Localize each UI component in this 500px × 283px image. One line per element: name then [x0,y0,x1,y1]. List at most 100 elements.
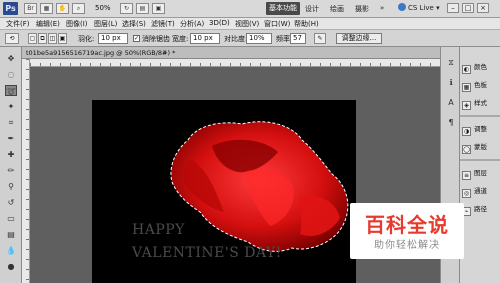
antialias-checkbox[interactable]: ✓ [133,35,140,42]
panel-channels[interactable]: ◎ 通道 [460,183,500,199]
feather-input[interactable]: 10 px [98,33,128,44]
ruler-tick [300,63,301,66]
frequency-input[interactable]: 57 [290,33,306,44]
menu-image[interactable]: 图像(I) [66,19,88,29]
ruler-tick [330,63,331,66]
canvas-text-happy: HAPPY [132,222,185,238]
marquee-tool-icon[interactable]: ◌ [5,69,17,80]
move-tool-icon[interactable]: ✥ [5,53,17,64]
adjustments-icon: ◑ [462,127,471,136]
info-panel-icon[interactable]: ℹ [445,77,457,88]
refine-edge-button[interactable]: 调整边缘... [336,33,382,44]
close-icon[interactable]: × [162,49,167,56]
contrast-input[interactable]: 10% [246,33,272,44]
paragraph-panel-icon[interactable]: ¶ [445,117,457,128]
document-tab[interactable]: t01be5a9156516719ac.jpg @ 50%(RGB/8#) * … [22,47,440,59]
cs-live-button[interactable]: CS Live ▾ [398,3,440,12]
panel-color[interactable]: ◐ 颜色 [460,59,500,75]
history-panel-icon[interactable]: ⧖ [445,57,457,68]
watermark-subtitle: 助你轻松解决 [374,240,440,251]
quick-selection-tool-icon[interactable]: ✦ [5,101,17,112]
ruler-tick [40,63,41,66]
brush-tool-icon[interactable]: ✏ [5,165,17,176]
clone-stamp-tool-icon[interactable]: ⚲ [5,181,17,192]
panel-paths[interactable]: ⌁ 路径 [460,201,500,217]
width-input[interactable]: 10 px [190,33,220,44]
zoom-level[interactable]: 50% [95,4,111,12]
ruler-tick [26,129,29,130]
dodge-tool-icon[interactable]: ● [5,261,17,272]
menu-3d[interactable]: 3D(D) [209,19,230,27]
workspace-essentials-button[interactable]: 基本功能 [266,2,300,15]
workspace-more-icon[interactable]: » [380,4,384,12]
bridge-icon[interactable]: Br [24,3,37,14]
workspace-design[interactable]: 设计 [305,4,319,14]
subtract-selection-icon[interactable]: ◫ [48,33,57,44]
ruler-tick [150,63,151,66]
channels-icon: ◎ [462,189,471,198]
workspace-painting[interactable]: 绘画 [330,4,344,14]
eraser-tool-icon[interactable]: ▭ [5,213,17,224]
hand-view-icon[interactable]: ✋ [56,3,69,14]
menu-window[interactable]: 窗口(W) [264,19,290,29]
arrange-documents-icon[interactable]: ▤ [136,3,149,14]
menu-layer[interactable]: 图层(L) [94,19,117,29]
ruler-tick [390,63,391,66]
minimize-button[interactable]: – [447,3,459,13]
intersect-selection-icon[interactable]: ▣ [58,33,67,44]
ruler-tick [310,63,311,66]
menu-select[interactable]: 选择(S) [122,19,146,29]
zoom-view-icon[interactable]: ⌕ [72,3,85,14]
healing-brush-tool-icon[interactable]: ✚ [5,149,17,160]
rotate-view-icon[interactable]: ↻ [120,3,133,14]
history-brush-tool-icon[interactable]: ↺ [5,197,17,208]
panel-layers[interactable]: ≡ 图层 [460,165,500,181]
eyedropper-tool-icon[interactable]: ✒ [5,133,17,144]
menu-file[interactable]: 文件(F) [6,19,30,29]
close-button[interactable]: × [477,3,489,13]
minibridge-icon[interactable]: ▦ [40,3,53,14]
magnetic-lasso-preset-icon[interactable]: ⟲ [5,33,19,44]
ruler-tick [400,63,401,66]
ruler-tick [26,189,29,190]
ruler-tick [60,63,61,66]
ruler-tick [240,63,241,66]
panel-masks[interactable]: ◯ 蒙版 [460,139,500,155]
crop-tool-icon[interactable]: ⌗ [5,117,17,128]
tablet-pressure-icon[interactable]: ✎ [314,33,326,44]
ruler-tick [26,239,29,240]
menu-help[interactable]: 帮助(H) [294,19,319,29]
screen-mode-icon[interactable]: ▣ [152,3,165,14]
add-selection-icon[interactable]: ⧉ [38,33,47,44]
ruler-tick [320,63,321,66]
ruler-tick [26,99,29,100]
masks-icon: ◯ [462,145,471,154]
ruler-tick [26,169,29,170]
panel-styles[interactable]: ◈ 样式 [460,95,500,111]
contrast-label: 对比度: [224,35,248,43]
ruler-tick [26,149,29,150]
character-panel-icon[interactable]: A [445,97,457,108]
width-label: 宽度: [172,35,189,43]
antialias-label: 消除锯齿 [142,35,170,43]
menu-analysis[interactable]: 分析(A) [180,19,204,29]
tools-panel: ✥ ◌ ➰ ✦ ⌗ ✒ ✚ ✏ ⚲ ↺ ▭ ▤ 💧 ● [0,47,22,283]
maximize-button[interactable]: □ [462,3,474,13]
menu-view[interactable]: 视图(V) [235,19,259,29]
watermark: 百科全说 助你轻松解决 [350,203,464,259]
image-canvas[interactable]: HAPPY VALENTINE'S DAY! [92,100,356,283]
ruler-tick [130,63,131,66]
menu-filter[interactable]: 滤镜(T) [151,19,175,29]
new-selection-icon[interactable]: ▢ [28,33,37,44]
panel-swatches[interactable]: ▦ 色板 [460,77,500,93]
panels-column: ◐ 颜色 ▦ 色板 ◈ 样式 ◑ 调整 ◯ 蒙版 ≡ 图层 ◎ 通道 ⌁ 路径 [460,47,500,283]
chevron-down-icon: ▾ [436,4,440,12]
ruler-tick [26,139,29,140]
menu-edit[interactable]: 编辑(E) [36,19,60,29]
gradient-tool-icon[interactable]: ▤ [5,229,17,240]
blur-tool-icon[interactable]: 💧 [5,245,17,256]
panel-adjustments[interactable]: ◑ 调整 [460,121,500,137]
lasso-tool-icon[interactable]: ➰ [5,85,17,96]
photoshop-window: Ps Br ▦ ✋ ⌕ 50% ↻ ▤ ▣ 基本功能 设计 绘画 摄影 » CS… [0,0,500,283]
workspace-photography[interactable]: 摄影 [355,4,369,14]
